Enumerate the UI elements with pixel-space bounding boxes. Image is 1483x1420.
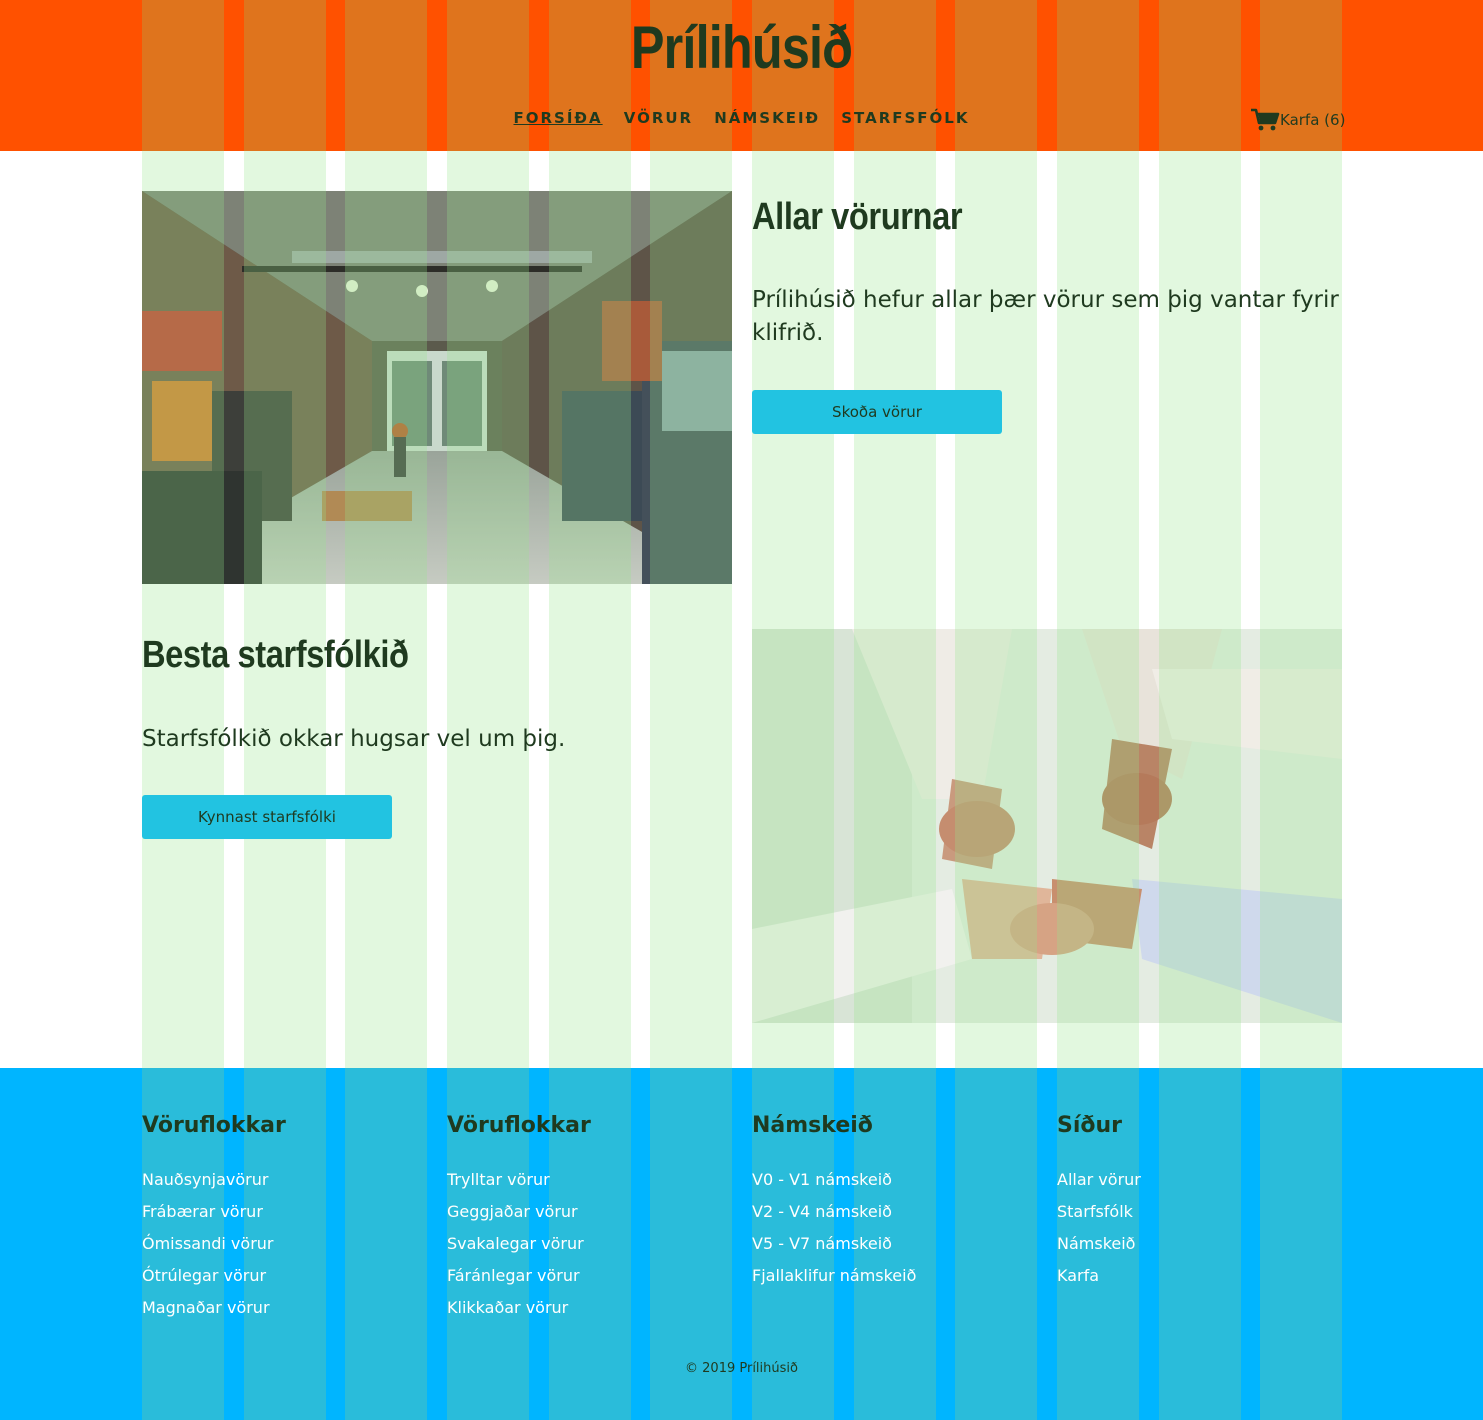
footer-link[interactable]: Ótrúlegar vörur [142, 1260, 286, 1292]
footer-heading: Vöruflokkar [142, 1113, 286, 1138]
staff-section-text: Starfsfólkið okkar hugsar vel um þig. [142, 726, 566, 752]
copyright-text: © 2019 Prílihúsið [685, 1361, 798, 1376]
footer-link[interactable]: V2 - V4 námskeið [752, 1196, 916, 1228]
cart-label: Karfa (6) [1280, 111, 1346, 129]
footer-heading: Námskeið [752, 1113, 873, 1138]
footer-link[interactable]: Trylltar vörur [447, 1164, 591, 1196]
footer-link[interactable]: Allar vörur [1057, 1164, 1141, 1196]
shopping-cart-icon [1251, 108, 1280, 131]
footer-link[interactable]: Ómissandi vörur [142, 1228, 286, 1260]
footer-column-pages: Síður Allar vörur Starfsfólk Námskeið Ka… [1057, 1108, 1141, 1292]
footer-link[interactable]: Námskeið [1057, 1228, 1141, 1260]
nav-item-forsida[interactable]: FORSÍÐA [514, 109, 603, 127]
footer-link[interactable]: Fjallaklifur námskeið [752, 1260, 916, 1292]
meet-staff-button[interactable]: Kynnast starfsfólki [142, 795, 392, 839]
staff-section-title: Besta starfsfólkið [142, 634, 409, 676]
footer-link[interactable]: Frábærar vörur [142, 1196, 286, 1228]
site-title[interactable]: Prílihúsið [119, 10, 1365, 86]
store-interior-image [142, 191, 732, 584]
footer-heading: Vöruflokkar [447, 1113, 591, 1138]
footer-link[interactable]: Karfa [1057, 1260, 1141, 1292]
footer-column-product-categories-2: Vöruflokkar Trylltar vörur Geggjaðar vör… [447, 1108, 591, 1324]
footer-link[interactable]: Klikkaðar vörur [447, 1292, 591, 1324]
footer-heading: Síður [1057, 1113, 1123, 1138]
footer-link[interactable]: Starfsfólk [1057, 1196, 1141, 1228]
footer-link[interactable]: Magnaðar vörur [142, 1292, 286, 1324]
footer-link[interactable]: Fáránlegar vörur [447, 1260, 591, 1292]
team-hands-image [752, 629, 1342, 1023]
products-section-title: Allar vörurnar [752, 196, 963, 238]
view-products-button[interactable]: Skoða vörur [752, 390, 1002, 434]
footer-column-product-categories-1: Vöruflokkar Nauðsynjavörur Frábærar vöru… [142, 1108, 286, 1324]
footer-column-courses: Námskeið V0 - V1 námskeið V2 - V4 námske… [752, 1108, 916, 1292]
footer-link[interactable]: Geggjaðar vörur [447, 1196, 591, 1228]
nav-item-starfsfolk[interactable]: STARFSFÓLK [841, 109, 969, 127]
nav-item-vorur[interactable]: VÖRUR [624, 109, 693, 127]
products-section-text: Prílihúsið hefur allar þær vörur sem þig… [752, 287, 1339, 346]
footer-link[interactable]: V0 - V1 námskeið [752, 1164, 916, 1196]
cart-link[interactable]: Karfa (6) [1250, 108, 1345, 132]
footer-link[interactable]: V5 - V7 námskeið [752, 1228, 916, 1260]
nav-item-namskeid[interactable]: NÁMSKEIÐ [714, 109, 820, 127]
footer-link[interactable]: Nauðsynjavörur [142, 1164, 286, 1196]
footer-link[interactable]: Svakalegar vörur [447, 1228, 591, 1260]
